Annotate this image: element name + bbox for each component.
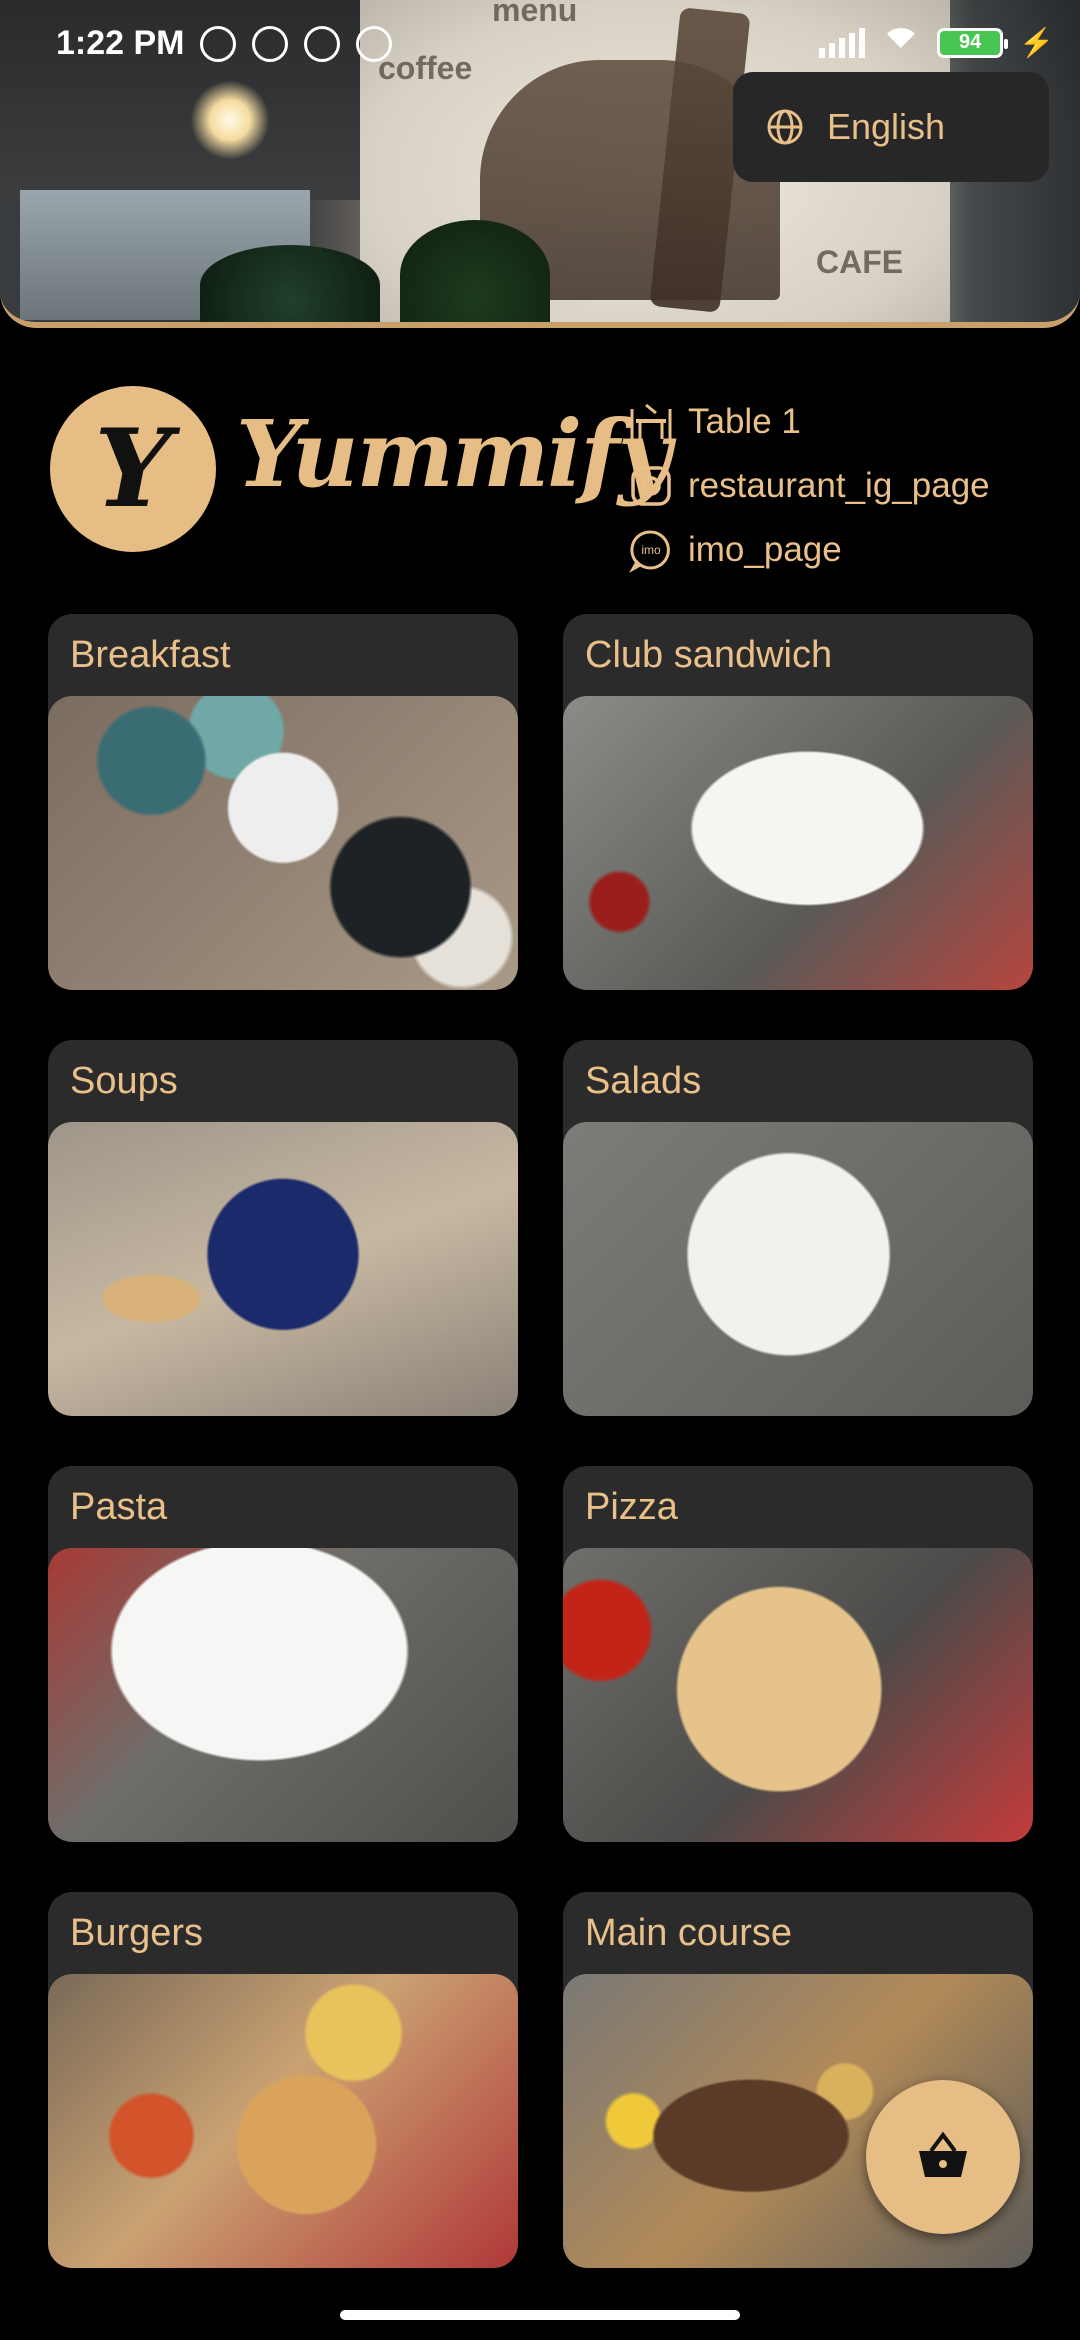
charging-icon: ⚡ <box>1019 27 1054 58</box>
status-notification-icons <box>200 26 392 62</box>
mute-icon <box>200 26 236 62</box>
basket-icon <box>919 2131 967 2177</box>
cart-button[interactable] <box>866 2080 1020 2234</box>
signal-icon <box>819 27 866 58</box>
category-image <box>48 1974 518 2268</box>
language-label: English <box>827 106 946 147</box>
category-image <box>563 696 1033 990</box>
category-image <box>48 696 518 990</box>
app-notification-icon <box>304 26 340 62</box>
category-title: Soups <box>70 1060 178 1102</box>
category-image <box>48 1548 518 1842</box>
instagram-icon <box>631 466 671 506</box>
status-system-icons: 94 ⚡ <box>819 26 1054 59</box>
category-card-club-sandwich[interactable]: Club sandwich <box>563 614 1033 990</box>
category-title: Breakfast <box>70 634 231 676</box>
hero-plant <box>400 220 550 322</box>
category-image <box>48 1122 518 1416</box>
category-card-burgers[interactable]: Burgers <box>48 1892 518 2268</box>
category-image <box>563 1548 1033 1842</box>
battery-icon: 94 <box>937 27 1009 58</box>
table-label: Table 1 <box>688 402 801 441</box>
category-card-pasta[interactable]: Pasta <box>48 1466 518 1842</box>
category-card-soups[interactable]: Soups <box>48 1040 518 1416</box>
language-selector[interactable]: English <box>733 72 1049 182</box>
instagram-label: restaurant_ig_page <box>688 466 990 505</box>
category-image <box>563 1122 1033 1416</box>
category-title: Burgers <box>70 1912 204 1954</box>
globe-icon <box>767 109 803 145</box>
hero-wall-text-cafe: CAFE <box>816 244 904 280</box>
brand-logo: Y <box>50 386 216 552</box>
imo-icon: imo <box>628 530 670 573</box>
brand-name: Yummify <box>236 400 671 508</box>
instagram-link[interactable]: restaurant_ig_page <box>628 454 990 518</box>
imo-label: imo_page <box>688 530 842 569</box>
table-info: Table 1 <box>628 390 990 454</box>
imo-link[interactable]: imo imo_page <box>628 518 990 582</box>
table-icon <box>630 403 672 439</box>
category-title: Club sandwich <box>585 634 833 676</box>
home-indicator[interactable] <box>340 2310 740 2320</box>
category-card-salads[interactable]: Salads <box>563 1040 1033 1416</box>
battery-level: 94 <box>959 31 982 53</box>
status-time: 1:22 PM <box>56 24 185 62</box>
category-title: Pasta <box>70 1486 168 1528</box>
contact-info: Table 1 restaurant_ig_page imo imo_page <box>628 390 990 582</box>
hero-lamp <box>190 80 270 160</box>
category-title: Pizza <box>585 1486 678 1528</box>
category-card-breakfast[interactable]: Breakfast <box>48 614 518 990</box>
category-title: Main course <box>585 1912 792 1954</box>
wifi-icon <box>881 28 921 58</box>
category-card-pizza[interactable]: Pizza <box>563 1466 1033 1842</box>
app-notification-icon <box>356 26 392 62</box>
hero-plant <box>200 245 380 322</box>
category-title: Salads <box>585 1060 702 1102</box>
svg-text:imo: imo <box>641 543 661 557</box>
alarm-icon <box>252 26 288 62</box>
brand-logo-letter: Y <box>94 406 172 532</box>
